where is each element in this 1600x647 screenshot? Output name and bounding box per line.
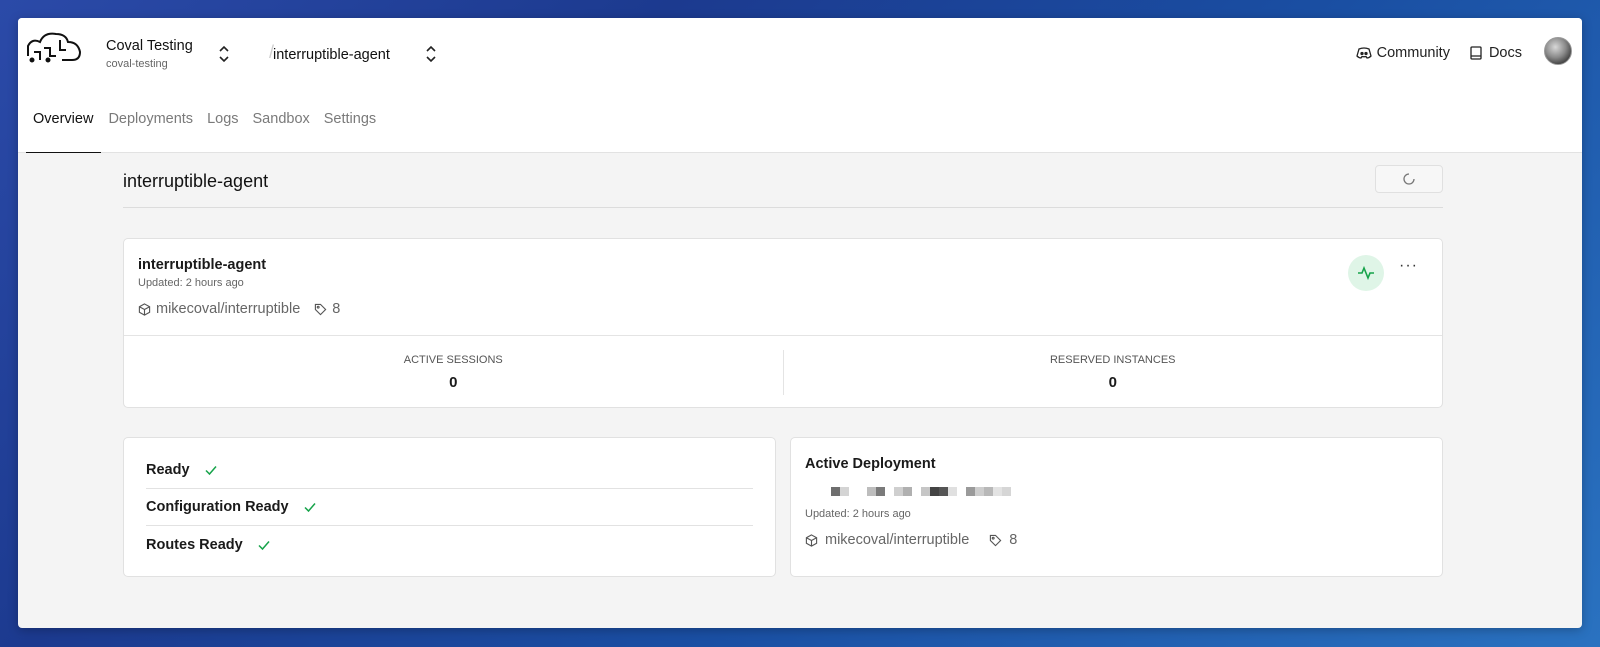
health-status-indicator[interactable]	[1348, 255, 1384, 291]
org-switcher[interactable]: Coval Testing coval-testing	[106, 38, 193, 70]
readiness-list: Ready Configuration Ready Routes Ready	[146, 452, 753, 563]
tab-bar: Overview Deployments Logs Sandbox Settin…	[26, 110, 383, 153]
check-icon	[258, 540, 270, 550]
org-name: Coval Testing	[106, 38, 193, 54]
agent-card: interruptible-agent Updated: 2 hours ago…	[123, 238, 1443, 408]
deployment-repo: mikecoval/interruptible	[825, 532, 970, 548]
more-options-button[interactable]: ···	[1399, 257, 1418, 275]
docs-link[interactable]: Docs	[1468, 45, 1522, 61]
deployment-updated: Updated: 2 hours ago	[805, 508, 911, 520]
agent-name: interruptible-agent	[138, 257, 267, 273]
book-icon	[1470, 46, 1482, 60]
agent-updated: Updated: 2 hours ago	[138, 277, 244, 289]
agent-stats: ACTIVE SESSIONS 0 RESERVED INSTANCES 0	[124, 335, 1442, 409]
agent-meta: mikecoval/interruptible 8	[138, 301, 340, 317]
refresh-button[interactable]	[1375, 165, 1443, 193]
tab-logs[interactable]: Logs	[200, 110, 245, 153]
readiness-card: Ready Configuration Ready Routes Ready	[123, 437, 776, 577]
org-slug: coval-testing	[106, 58, 168, 70]
package-icon	[805, 533, 818, 547]
tag-icon	[315, 303, 327, 315]
readiness-item: Ready	[146, 452, 753, 489]
check-icon	[205, 466, 217, 476]
logo-icon[interactable]	[26, 30, 82, 66]
stat-value: 0	[1108, 374, 1117, 391]
readiness-label: Ready	[146, 462, 190, 478]
tab-overview[interactable]: Overview	[26, 110, 102, 153]
redacted-deployment-id	[831, 487, 1011, 496]
readiness-item: Configuration Ready	[146, 489, 753, 526]
stat-label: ACTIVE SESSIONS	[403, 354, 503, 366]
activity-icon	[1358, 265, 1374, 281]
tag-icon	[990, 534, 1002, 546]
deployment-meta: mikecoval/interruptible 8	[805, 532, 1017, 548]
readiness-label: Routes Ready	[146, 536, 243, 553]
docs-link-label: Docs	[1488, 45, 1522, 61]
community-link[interactable]: Community	[1355, 45, 1450, 61]
top-navigation: Coval Testing coval-testing / interrupti…	[18, 18, 1582, 153]
org-switcher-chevron-icon[interactable]	[217, 44, 231, 64]
page-title: interruptible-agent	[123, 171, 269, 191]
tab-settings[interactable]: Settings	[317, 110, 383, 153]
refresh-icon	[1403, 173, 1415, 185]
top-links: Community Docs	[1355, 45, 1522, 61]
stat-label: RESERVED INSTANCES	[1049, 354, 1176, 366]
readiness-label: Configuration Ready	[146, 499, 289, 515]
discord-icon	[1355, 47, 1372, 59]
app-window: Coval Testing coval-testing / interrupti…	[18, 18, 1582, 628]
project-switcher-chevron-icon[interactable]	[424, 44, 438, 64]
check-icon	[304, 503, 316, 513]
stat-active-sessions: ACTIVE SESSIONS 0	[124, 336, 783, 409]
community-link-label: Community	[1376, 45, 1450, 61]
title-divider	[123, 207, 1443, 208]
tab-deployments[interactable]: Deployments	[101, 110, 200, 153]
package-icon	[138, 302, 151, 316]
deployment-title: Active Deployment	[805, 456, 936, 472]
active-deployment-card[interactable]: Active Deployment Updated: 2 hours ago m…	[790, 437, 1443, 577]
stat-value: 0	[449, 374, 458, 391]
agent-repo: mikecoval/interruptible	[156, 301, 301, 317]
readiness-item: Routes Ready	[146, 526, 753, 563]
project-name[interactable]: interruptible-agent	[273, 47, 390, 63]
tab-sandbox[interactable]: Sandbox	[246, 110, 317, 153]
deployment-tag: 8	[1009, 532, 1018, 548]
agent-tag: 8	[332, 301, 341, 317]
user-avatar[interactable]	[1544, 37, 1572, 65]
stat-reserved-instances: RESERVED INSTANCES 0	[784, 336, 1443, 409]
